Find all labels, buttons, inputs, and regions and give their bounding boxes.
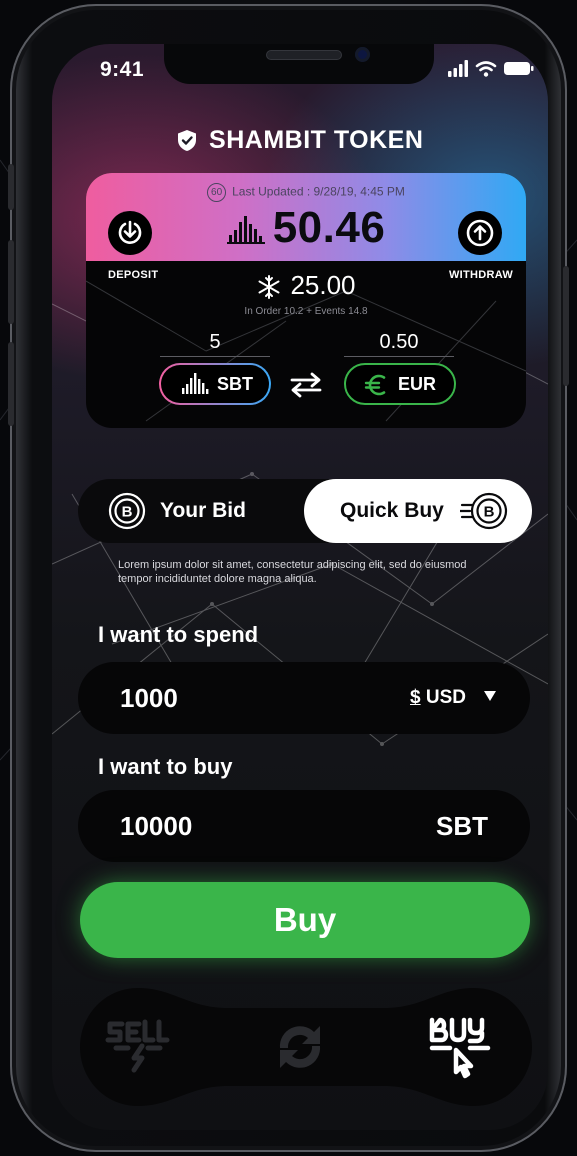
swap-icon[interactable]	[286, 371, 326, 399]
tab-your-bid[interactable]: B Your Bid	[78, 479, 304, 543]
euro-icon	[364, 374, 386, 396]
to-currency-selector[interactable]: EUR	[344, 363, 456, 405]
bitcoin-icon: B	[108, 492, 146, 530]
spend-label: I want to spend	[98, 622, 259, 647]
to-currency-label: EUR	[398, 374, 437, 394]
buy-amount-field: SBT	[78, 790, 530, 862]
balance-card: 60 Last Updated : 9/28/19, 4:45 PM 50.46…	[86, 173, 526, 428]
speaker	[266, 50, 342, 60]
from-amount[interactable]: 5	[160, 331, 270, 357]
spend-field: $ USD	[78, 662, 530, 734]
buy-amount-input[interactable]	[120, 790, 340, 862]
refresh-timer-badge: 60	[207, 183, 227, 202]
buy-icon	[429, 1017, 491, 1079]
caret-down-icon	[484, 691, 497, 701]
shield-icon	[177, 130, 196, 151]
volume-up-button	[8, 240, 14, 324]
spend-amount-input[interactable]	[120, 662, 340, 734]
frozen-balance: 25.00	[86, 270, 526, 301]
sell-nav-button[interactable]	[98, 1006, 178, 1086]
status-icons	[448, 60, 534, 77]
front-camera	[355, 47, 370, 62]
buy-amount-label: I want to buy	[98, 754, 233, 779]
status-time: 9:41	[100, 58, 145, 81]
spend-currency-dropdown[interactable]: $ USD	[410, 662, 497, 734]
svg-text:B: B	[484, 504, 495, 521]
battery-icon	[504, 62, 534, 75]
tab-quick-buy[interactable]: Quick Buy B	[304, 479, 532, 543]
sell-icon	[105, 1019, 170, 1073]
tab-quick-buy-label: Quick Buy	[340, 499, 444, 522]
wifi-icon	[475, 61, 497, 72]
svg-text:B: B	[122, 504, 133, 521]
signal-icon	[448, 60, 468, 77]
dollar-sign: $	[410, 687, 421, 708]
app-title: SHAMBIT TOKEN	[52, 126, 548, 155]
bid-mode-toggle: B Your Bid Quick Buy B	[78, 479, 532, 543]
app-screen: 9:41 SHAMBIT TOKEN 60 Last Updated: 9/2…	[52, 44, 548, 1130]
to-amount[interactable]: 0.50	[344, 331, 454, 357]
exchange-nav-button[interactable]	[260, 1006, 340, 1086]
frozen-breakdown: In Order 10.2 + Events 14.8	[244, 306, 368, 317]
last-updated: 60 Last Updated : 9/28/19, 4:45 PM	[86, 183, 526, 202]
from-currency-selector[interactable]: SBT	[159, 363, 271, 405]
power-button	[563, 266, 569, 386]
token-logo-icon	[226, 216, 265, 245]
last-updated-text: Last Updated : 9/28/19, 4:45 PM	[232, 184, 405, 199]
buy-nav-button[interactable]	[420, 1006, 500, 1086]
frozen-value: 25.00	[290, 270, 356, 300]
notch	[164, 44, 434, 84]
tab-your-bid-label: Your Bid	[160, 499, 246, 522]
mute-switch	[8, 164, 14, 210]
fast-bitcoin-icon: B	[460, 492, 508, 530]
refresh-icon	[279, 1026, 321, 1068]
buy-button[interactable]: Buy	[80, 882, 530, 958]
token-balance: 50.46	[86, 203, 526, 253]
balance-value: 50.46	[272, 203, 386, 252]
volume-down-button	[8, 342, 14, 426]
app-title-text: SHAMBIT TOKEN	[209, 126, 424, 154]
spend-currency-label: USD	[425, 687, 466, 708]
from-currency-label: SBT	[217, 374, 253, 394]
token-logo-icon	[182, 373, 209, 394]
buy-currency-label: SBT	[436, 811, 488, 841]
snowflake-icon	[258, 275, 280, 300]
description-text: Lorem ipsum dolor sit amet, consectetur …	[118, 559, 467, 585]
phone-frame: 9:41 SHAMBIT TOKEN 60 Last Updated: 9/2…	[8, 4, 569, 1152]
